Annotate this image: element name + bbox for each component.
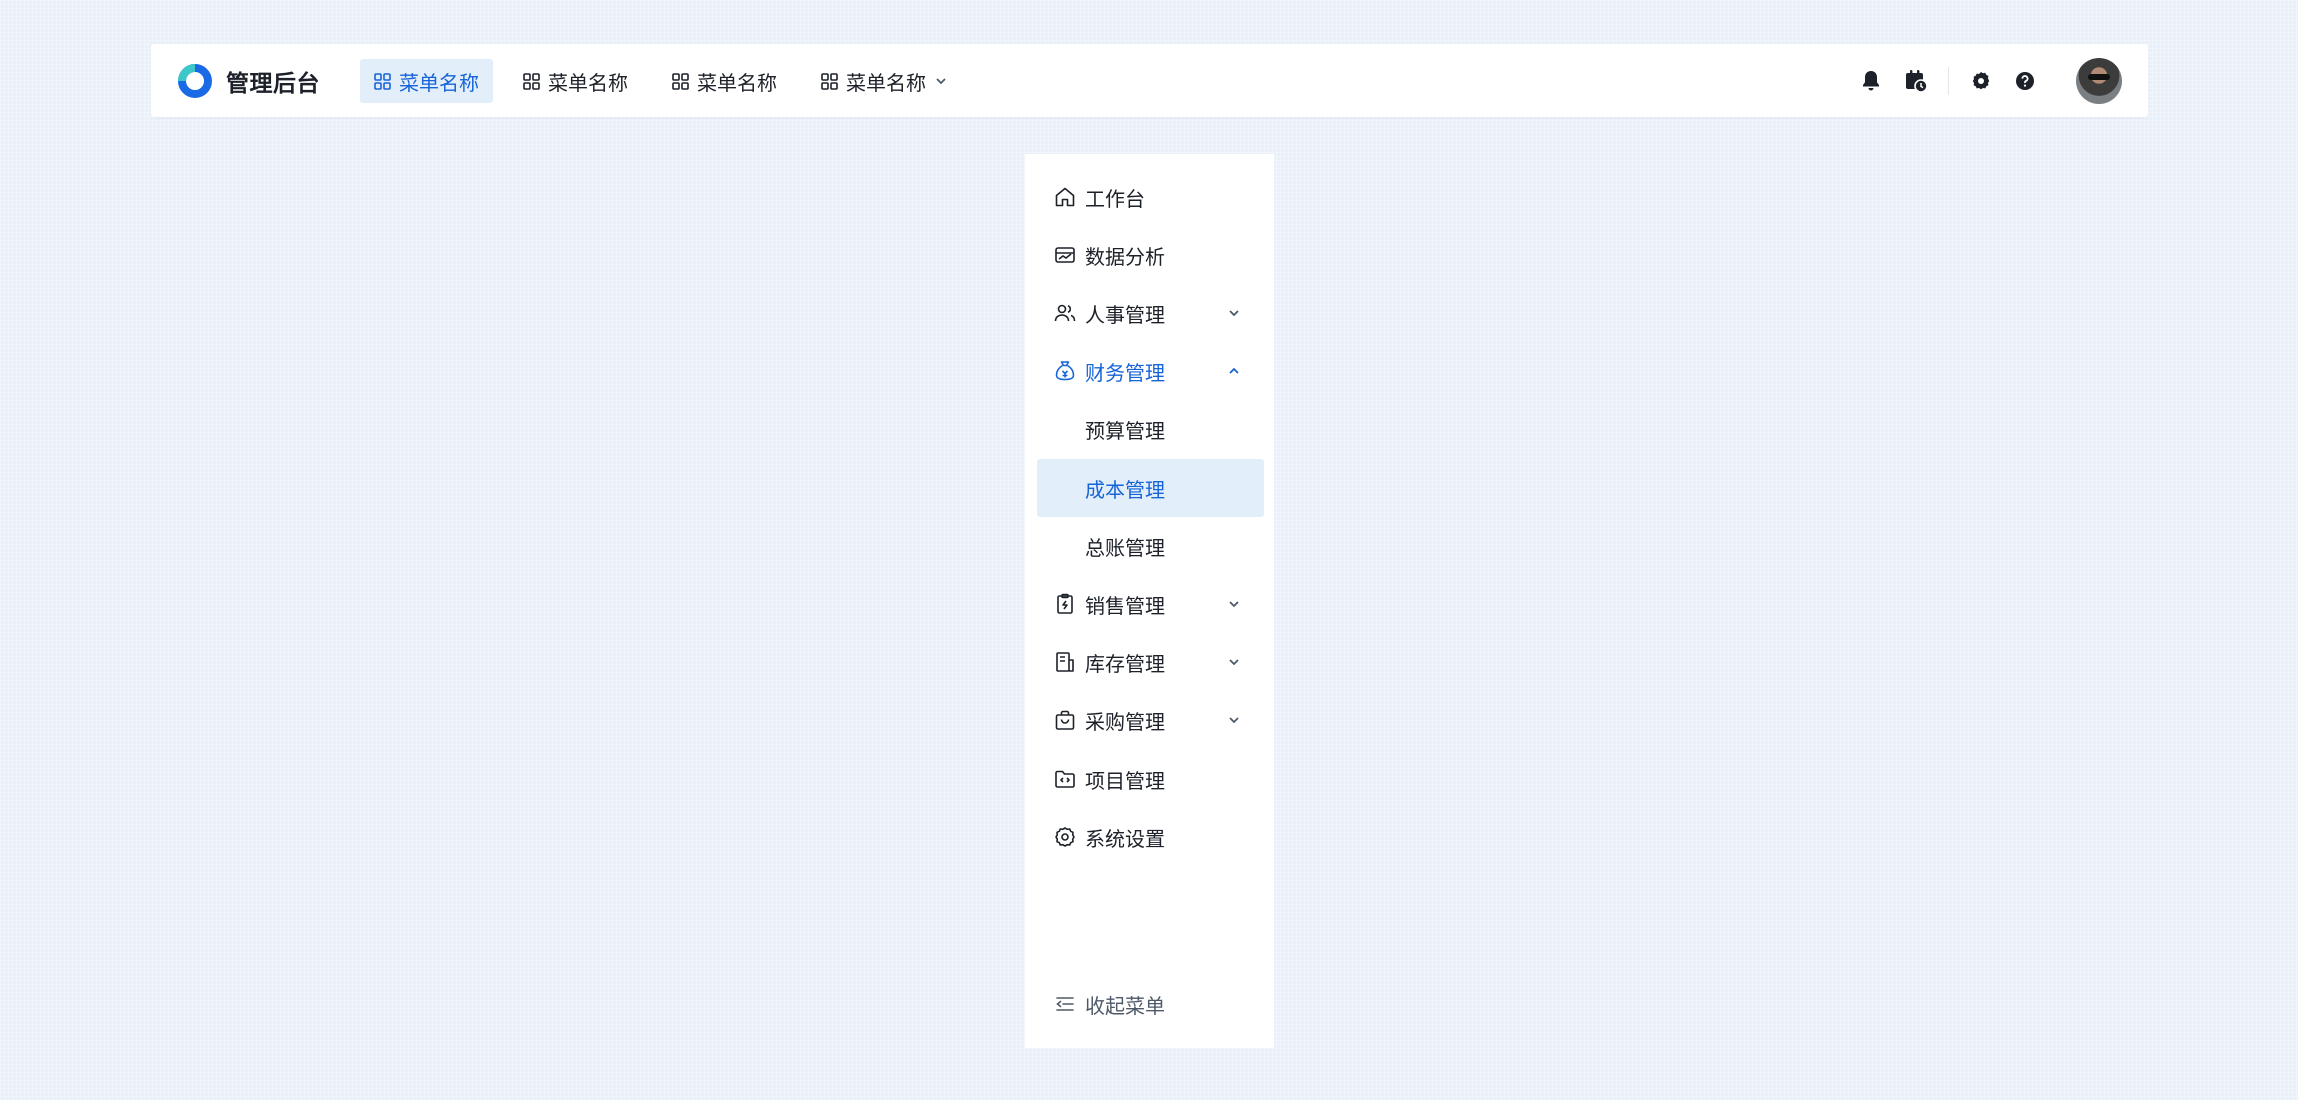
sidebar-item-label: 项目管理 — [1085, 768, 1165, 793]
sidebar-item-purchasing[interactable]: 采购管理 — [1037, 691, 1264, 749]
settings-icon — [1053, 825, 1077, 849]
sidebar-subitem-budget[interactable]: 预算管理 — [1037, 400, 1264, 458]
sidebar-item-data-analysis[interactable]: 数据分析 — [1037, 226, 1264, 284]
avatar[interactable] — [2076, 58, 2122, 104]
chevron-down-icon — [1226, 654, 1242, 670]
collapse-menu-button[interactable]: 收起菜单 — [1037, 975, 1264, 1033]
sidebar-item-workbench[interactable]: 工作台 — [1037, 168, 1264, 226]
sidebar-subitem-cost[interactable]: 成本管理 — [1037, 459, 1264, 517]
sidebar-item-label: 销售管理 — [1085, 593, 1165, 618]
avatar-glasses — [2088, 74, 2110, 80]
header-divider — [1948, 67, 1949, 95]
sidebar-item-label: 工作台 — [1085, 186, 1145, 211]
sidebar-item-label: 采购管理 — [1085, 709, 1165, 734]
top-bar: 管理后台 菜单名称 菜单名称 菜单名称 菜单名称 — [151, 44, 2148, 117]
gear-icon[interactable] — [1969, 69, 1993, 93]
clipboard-icon — [1053, 592, 1077, 616]
sidebar-item-projects[interactable]: 项目管理 — [1037, 750, 1264, 808]
calendar-clock-icon[interactable] — [1904, 69, 1928, 93]
sidebar-item-inventory[interactable]: 库存管理 — [1037, 633, 1264, 691]
sidebar-item-settings[interactable]: 系统设置 — [1037, 808, 1264, 866]
collapse-menu-label: 收起菜单 — [1085, 993, 1165, 1018]
shopping-bag-icon — [1053, 708, 1077, 732]
sidebar-item-finance[interactable]: 财务管理 — [1037, 342, 1264, 400]
sidebar-subitem-label: 总账管理 — [1085, 535, 1165, 560]
collapse-menu-icon — [1053, 992, 1077, 1016]
chevron-up-icon — [1226, 363, 1242, 379]
sidebar-item-label: 系统设置 — [1085, 826, 1165, 851]
sidebar-item-hr[interactable]: 人事管理 — [1037, 284, 1264, 342]
sidebar-item-sales[interactable]: 销售管理 — [1037, 575, 1264, 633]
users-icon — [1053, 301, 1077, 325]
home-icon — [1053, 185, 1077, 209]
side-menu: 工作台 数据分析 人事管理 财务管理 预算管理 成本管理 总账管理 销售管理 库… — [1025, 154, 1274, 1048]
sidebar-subitem-ledger[interactable]: 总账管理 — [1037, 517, 1264, 575]
chevron-down-icon — [1226, 712, 1242, 728]
sidebar-item-label: 财务管理 — [1085, 360, 1165, 385]
money-bag-icon — [1053, 359, 1077, 383]
chevron-down-icon — [1226, 596, 1242, 612]
sidebar-item-label: 人事管理 — [1085, 302, 1165, 327]
folder-code-icon — [1053, 767, 1077, 791]
help-icon[interactable] — [2013, 69, 2037, 93]
sidebar-item-label: 库存管理 — [1085, 651, 1165, 676]
sidebar-subitem-label: 预算管理 — [1085, 418, 1165, 443]
chevron-down-icon — [1226, 305, 1242, 321]
inventory-icon — [1053, 650, 1077, 674]
sidebar-item-label: 数据分析 — [1085, 244, 1165, 269]
chart-card-icon — [1053, 243, 1077, 267]
header-actions — [151, 44, 2148, 117]
sidebar-subitem-label: 成本管理 — [1085, 477, 1165, 502]
bell-icon[interactable] — [1859, 69, 1883, 93]
